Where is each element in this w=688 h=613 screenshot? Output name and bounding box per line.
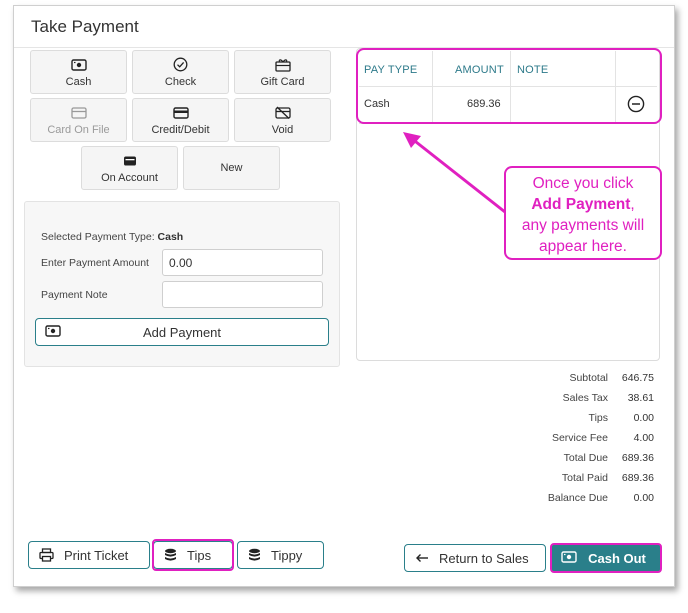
- payment-type-card-on-file[interactable]: Card On File: [30, 98, 127, 142]
- cash-out-button[interactable]: Cash Out: [550, 543, 662, 573]
- summary-label: Total Paid: [561, 472, 608, 484]
- summary-value: 38.61: [627, 392, 654, 404]
- payment-form-panel: Selected Payment Type: Cash Enter Paymen…: [24, 201, 340, 367]
- summary-value: 0.00: [633, 492, 654, 504]
- payment-amount-label: Enter Payment Amount: [41, 257, 149, 269]
- coins-icon: [164, 548, 177, 562]
- take-payment-dialog: Take Payment Cash Check Gift Card Card O…: [13, 5, 675, 587]
- selected-payment-type: Selected Payment Type: Cash: [41, 231, 184, 243]
- column-divider: [432, 51, 433, 123]
- row-divider: [359, 123, 657, 124]
- payment-row-pay-type: Cash: [364, 98, 390, 110]
- card-icon: [70, 105, 87, 121]
- print-ticket-button[interactable]: Print Ticket: [28, 541, 150, 569]
- payment-type-cash[interactable]: Cash: [30, 50, 127, 94]
- return-to-sales-button[interactable]: Return to Sales: [404, 544, 546, 572]
- gift-card-icon: [274, 57, 291, 73]
- payment-type-new[interactable]: New: [183, 146, 280, 190]
- tippy-button[interactable]: Tippy: [237, 541, 324, 569]
- summary-label: Total Due: [563, 452, 608, 464]
- column-header-amount: AMOUNT: [455, 64, 504, 76]
- summary-label: Subtotal: [569, 372, 608, 384]
- summary-value: 4.00: [633, 432, 654, 444]
- add-payment-button[interactable]: Add Payment: [35, 318, 329, 346]
- annotation-arrow: [403, 132, 506, 214]
- column-header-note: NOTE: [517, 64, 549, 76]
- annotation-callout: Once you click Add Payment, any payments…: [504, 166, 662, 260]
- coins-icon: [248, 548, 261, 562]
- payment-note-input[interactable]: [162, 281, 323, 308]
- header-divider: [359, 86, 657, 87]
- payment-note-label: Payment Note: [41, 289, 108, 301]
- wallet-icon: [123, 153, 137, 169]
- summary-label: Tips: [588, 412, 608, 424]
- credit-card-icon: [172, 105, 189, 121]
- payment-type-on-account[interactable]: On Account: [81, 146, 178, 190]
- column-divider: [615, 51, 616, 123]
- check-circle-icon: [173, 57, 188, 73]
- summary-label: Service Fee: [551, 432, 608, 444]
- tips-button[interactable]: Tips: [153, 541, 233, 569]
- payment-type-credit-debit[interactable]: Credit/Debit: [132, 98, 229, 142]
- cash-icon: [45, 325, 61, 340]
- void-card-icon: [274, 105, 291, 121]
- payment-type-void[interactable]: Void: [234, 98, 331, 142]
- column-divider: [510, 51, 511, 123]
- payment-type-gift-card[interactable]: Gift Card: [234, 50, 331, 94]
- remove-payment-icon[interactable]: [627, 95, 645, 118]
- summary-value: 689.36: [621, 472, 654, 484]
- payment-type-check[interactable]: Check: [132, 50, 229, 94]
- printer-icon: [39, 548, 54, 562]
- summary-value: 646.75: [621, 372, 654, 384]
- column-header-pay-type: PAY TYPE: [364, 64, 418, 76]
- page-title: Take Payment: [31, 17, 139, 36]
- cash-icon: [70, 57, 87, 73]
- selected-payment-type-value: Cash: [157, 231, 184, 243]
- payment-row-amount: 689.36: [467, 98, 501, 110]
- return-arrow-icon: [415, 553, 429, 563]
- summary-value: 689.36: [621, 452, 654, 464]
- summary-value: 0.00: [633, 412, 654, 424]
- callout-bold-text: Add Payment: [531, 196, 631, 213]
- cash-icon: [561, 551, 577, 566]
- payment-amount-input[interactable]: [162, 249, 323, 276]
- summary-label: Balance Due: [547, 492, 608, 504]
- summary-label: Sales Tax: [562, 392, 608, 404]
